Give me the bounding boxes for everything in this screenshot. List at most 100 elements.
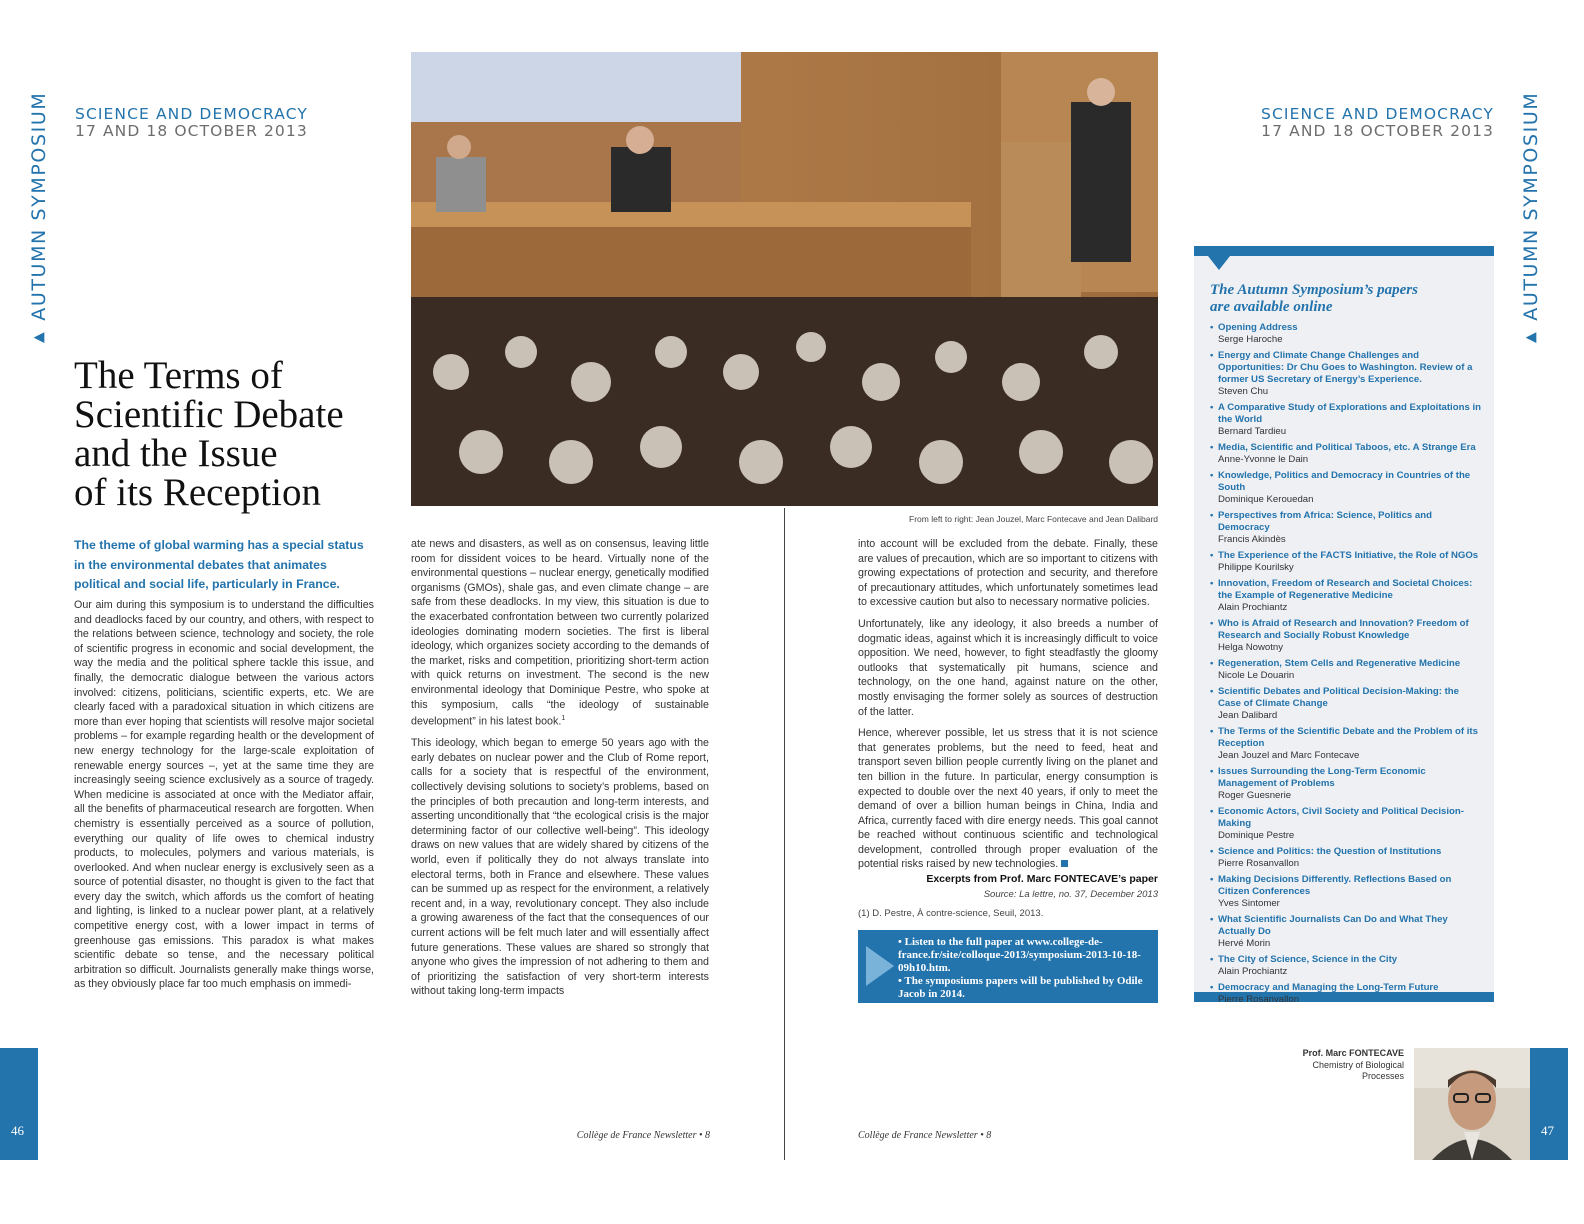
page-number-tab-left	[0, 1048, 38, 1160]
paper-list-item[interactable]: • Opening Address Serge Haroche	[1210, 322, 1482, 346]
paper-list-item[interactable]: • Media, Scientific and Political Taboos,…	[1210, 442, 1482, 466]
paper-author: Roger Guesnerie	[1218, 790, 1292, 801]
kicker-date: 17 AND 18 OCTOBER 2013	[75, 122, 308, 140]
page-number-tab-right	[1530, 1048, 1568, 1160]
paper-title[interactable]: Perspectives from Africa: Science, Polit…	[1218, 510, 1482, 534]
paper-list-item[interactable]: • Issues Surrounding the Long-Term Econom…	[1210, 766, 1482, 802]
page-gutter-divider	[784, 508, 785, 1160]
paper-author: Pierre Rosanvallon	[1218, 994, 1300, 1005]
play-arrow-icon	[866, 946, 894, 986]
bullet-icon: •	[1210, 550, 1214, 561]
paper-title[interactable]: Regeneration, Stem Cells and Regenerativ…	[1218, 658, 1482, 670]
body-column-1: Our aim during this symposium is to unde…	[74, 598, 374, 992]
publication-note: • The symposiums papers will be publishe…	[898, 975, 1143, 1000]
paper-list-item[interactable]: • Economic Actors, Civil Society and Poli…	[1210, 806, 1482, 842]
paper-title[interactable]: The Terms of the Scientific Debate and t…	[1218, 726, 1482, 750]
paper-list-item[interactable]: • Democracy and Managing the Long-Term Fu…	[1210, 982, 1482, 1006]
paper-author: Jean Dalibard	[1218, 710, 1278, 721]
paper-title[interactable]: The City of Science, Science in the City	[1218, 954, 1482, 966]
paper-title[interactable]: Media, Scientific and Political Taboos, …	[1218, 442, 1482, 454]
paper-list-item[interactable]: • Energy and Climate Change Challenges an…	[1210, 350, 1482, 398]
bullet-icon: •	[1210, 402, 1214, 413]
bullet-icon: •	[1210, 578, 1214, 589]
listen-info-box: • Listen to the full paper at www.colleg…	[858, 930, 1158, 1003]
paragraph-text: ate news and disasters, as well as on co…	[411, 538, 709, 728]
listen-link[interactable]: • Listen to the full paper at www.colleg…	[898, 936, 1150, 975]
paragraph: ate news and disasters, as well as on co…	[411, 537, 709, 729]
section-label-text: AUTUMN SYMPOSIUM	[28, 91, 50, 321]
bullet-icon: •	[1210, 350, 1214, 361]
paper-author: Bernard Tardieu	[1218, 426, 1287, 437]
author-profile: Prof. Marc FONTECAVE Chemistry of Biolog…	[1250, 1048, 1404, 1083]
sidebar-top-bar	[1194, 246, 1494, 256]
paper-title[interactable]: Scientific Debates and Political Decisio…	[1218, 686, 1482, 710]
paper-author: Francis Akindès	[1218, 534, 1286, 545]
paragraph: into account will be excluded from the d…	[858, 538, 1158, 609]
paper-title[interactable]: The Experience of the FACTS Initiative, …	[1218, 550, 1482, 562]
kicker-title: SCIENCE AND DEMOCRACY	[1261, 105, 1494, 123]
footer-right: Collège de France Newsletter • 8	[858, 1130, 992, 1141]
paper-title[interactable]: Economic Actors, Civil Society and Polit…	[1218, 806, 1482, 830]
paper-list-item[interactable]: • Innovation, Freedom of Research and Soc…	[1210, 578, 1482, 614]
paper-list-item[interactable]: • The City of Science, Science in the Cit…	[1210, 954, 1482, 978]
body-column-2: ate news and disasters, as well as on co…	[411, 537, 709, 999]
paper-list-item[interactable]: • Who is Afraid of Research and Innovatio…	[1210, 618, 1482, 654]
paper-title[interactable]: Innovation, Freedom of Research and Soci…	[1218, 578, 1482, 602]
bullet-icon: •	[1210, 510, 1214, 521]
bullet-icon: •	[1210, 658, 1214, 669]
paper-author: Jean Jouzel and Marc Fontecave	[1218, 750, 1360, 761]
bullet-icon: •	[1210, 766, 1214, 777]
paper-title[interactable]: Issues Surrounding the Long-Term Economi…	[1218, 766, 1482, 790]
paper-author: Alain Prochiantz	[1218, 602, 1288, 613]
paper-author: Steven Chu	[1218, 386, 1269, 397]
paper-list-item[interactable]: • Perspectives from Africa: Science, Poli…	[1210, 510, 1482, 546]
paper-title[interactable]: Knowledge, Politics and Democracy in Cou…	[1218, 470, 1482, 494]
paper-list-item[interactable]: • The Experience of the FACTS Initiative,…	[1210, 550, 1482, 574]
photo-illustration	[411, 52, 1158, 506]
bullet-icon: •	[1210, 470, 1214, 481]
paper-title[interactable]: Democracy and Managing the Long-Term Fut…	[1218, 982, 1482, 994]
paper-list-item[interactable]: • Scientific Debates and Political Decisi…	[1210, 686, 1482, 722]
bullet-icon: •	[1210, 874, 1214, 885]
excerpt-credit: Excerpts from Prof. Marc FONTECAVE’s pap…	[926, 873, 1158, 885]
paper-title[interactable]: Who is Afraid of Research and Innovation…	[1218, 618, 1482, 642]
notch-icon	[1208, 256, 1230, 270]
end-mark-icon	[1061, 860, 1069, 868]
paper-author: Pierre Rosanvallon	[1218, 858, 1300, 869]
title-line: and the Issue	[74, 432, 278, 475]
bullet-icon: •	[1210, 618, 1214, 629]
paper-list-item[interactable]: • Regeneration, Stem Cells and Regenerati…	[1210, 658, 1482, 682]
papers-list: • Opening Address Serge Haroche • Energy and…	[1210, 322, 1482, 1010]
paper-author: Alain Prochiantz	[1218, 966, 1288, 977]
portrait-illustration	[1414, 1048, 1530, 1160]
paper-author: Serge Haroche	[1218, 334, 1283, 345]
paper-list-item[interactable]: • The Terms of the Scientific Debate and …	[1210, 726, 1482, 762]
paper-list-item[interactable]: • Making Decisions Differently. Reflectio…	[1210, 874, 1482, 910]
lead-paragraph: The theme of global warming has a specia…	[74, 538, 364, 591]
author-name: Prof. Marc FONTECAVE	[1302, 1048, 1404, 1058]
paper-title[interactable]: Energy and Climate Change Challenges and…	[1218, 350, 1482, 386]
section-label-left: ▶ AUTUMN SYMPOSIUM	[28, 92, 50, 346]
bullet-icon: •	[1210, 322, 1214, 333]
paper-list-item[interactable]: • A Comparative Study of Explorations and…	[1210, 402, 1482, 438]
paper-title[interactable]: Science and Politics: the Question of In…	[1218, 846, 1482, 858]
paper-title[interactable]: Making Decisions Differently. Reflection…	[1218, 874, 1482, 898]
paper-list-item[interactable]: • Science and Politics: the Question of I…	[1210, 846, 1482, 870]
article-title: The Terms of Scientific Debate and the I…	[74, 356, 394, 512]
paper-title[interactable]: A Comparative Study of Explorations and …	[1218, 402, 1482, 426]
bullet-icon: •	[1210, 954, 1214, 965]
bullet-icon: •	[1210, 686, 1214, 697]
paper-author: Yves Sintomer	[1218, 898, 1280, 909]
bullet-icon: •	[1210, 914, 1214, 925]
author-portrait	[1414, 1048, 1530, 1160]
paper-author: Dominique Pestre	[1218, 830, 1295, 841]
paper-list-item[interactable]: • What Scientific Journalists Can Do and …	[1210, 914, 1482, 950]
paper-title[interactable]: What Scientific Journalists Can Do and W…	[1218, 914, 1482, 938]
paper-list-item[interactable]: • Knowledge, Politics and Democracy in Co…	[1210, 470, 1482, 506]
paper-title[interactable]: Opening Address	[1218, 322, 1482, 334]
paragraph: Unfortunately, like any ideology, it als…	[858, 617, 1158, 718]
body-column-3: into account will be excluded from the d…	[858, 537, 1158, 872]
kicker-right: SCIENCE AND DEMOCRACY 17 AND 18 OCTOBER …	[1200, 106, 1494, 140]
paper-author: Helga Nowotny	[1218, 642, 1284, 653]
kicker-title: SCIENCE AND DEMOCRACY	[75, 105, 308, 123]
